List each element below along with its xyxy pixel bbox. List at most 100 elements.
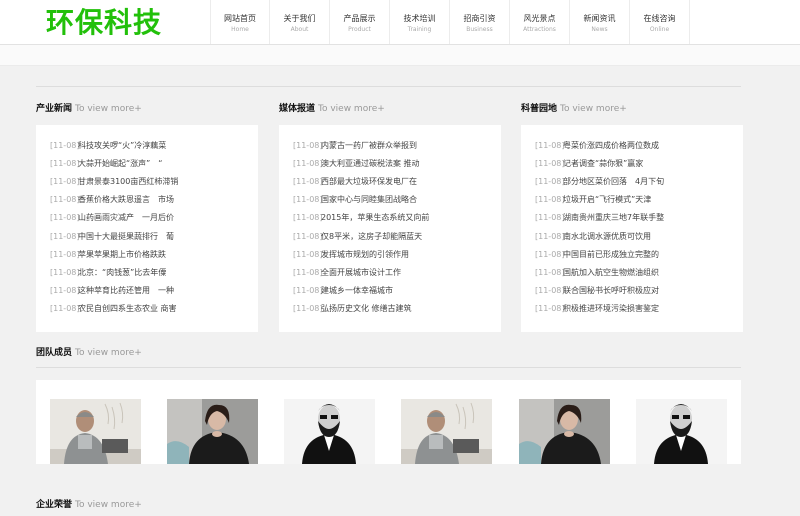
banner-strip <box>0 45 800 66</box>
news-link[interactable]: 内蒙古一药厂被群众举报到 <box>321 140 471 151</box>
list-item[interactable]: [11-08] 仅8平米，这房子却能隔蓝天 <box>293 227 501 245</box>
news-link[interactable]: 甘肃景泰3100亩西红柿滞销 <box>78 176 228 187</box>
news-link[interactable]: 全面开展城市设计工作 <box>321 267 471 278</box>
list-item[interactable]: [11-08] 湖南贵州重庆三地7年联手整 <box>535 209 743 227</box>
list-item[interactable]: [11-08] 发挥城市规划的引领作用 <box>293 245 501 263</box>
nav-item-business[interactable]: 招商引资 Business <box>450 0 510 44</box>
news-link[interactable]: 弘扬历史文化 修缮古建筑 <box>321 303 471 314</box>
portrait-image <box>50 399 141 464</box>
list-item[interactable]: [11-08] 苹果苹果期上市价格跌跌 <box>50 245 258 263</box>
list-item[interactable]: [11-08] 垃圾开启“飞行模式”天津 <box>535 191 743 209</box>
list-item[interactable]: [11-08] 香蕉价格大跌恩遥言 市场 <box>50 191 258 209</box>
news-link[interactable]: 记者调查“蒜你狠”赢家 <box>563 158 713 169</box>
news-link[interactable]: 仅8平米，这房子却能隔蓝天 <box>321 231 471 242</box>
news-link[interactable]: 中国目前已形成独立完整的 <box>563 249 713 260</box>
news-link[interactable]: 部分地区菜价回落 4月下旬 <box>563 176 713 187</box>
list-item[interactable]: [11-08] 内蒙古一药厂被群众举报到 <box>293 136 501 154</box>
view-more-link[interactable]: To view more+ <box>318 104 385 114</box>
news-link[interactable]: 湖南贵州重庆三地7年联手整 <box>563 212 713 223</box>
news-date: [11-08] <box>293 249 323 259</box>
news-link[interactable]: 中国十大最挺果蔬排行 葡 <box>78 231 228 242</box>
team-photo-man-grey-hair[interactable] <box>50 399 141 464</box>
news-date: [11-08] <box>50 249 80 259</box>
team-photo-woman-dark-hair[interactable] <box>519 399 610 464</box>
nav-sublabel: Online <box>649 26 670 33</box>
nav-item-attractions[interactable]: 风光景点 Attractions <box>510 0 570 44</box>
news-link[interactable]: 山药画雨灾减产 一月后价 <box>78 212 228 223</box>
list-item[interactable]: [11-08] 中国十大最挺果蔬排行 葡 <box>50 227 258 245</box>
nav-label: 产品展示 <box>343 14 376 23</box>
list-item[interactable]: [11-08] 北京：“肉钱葱”比去年僳 <box>50 263 258 281</box>
news-link[interactable]: 粤菜价涨四成价格两位数成 <box>563 140 713 151</box>
view-more-link[interactable]: To view more+ <box>75 348 142 358</box>
list-item[interactable]: [11-08] 这种苹育比药还管用 一种 <box>50 282 258 300</box>
news-link[interactable]: 建城乡一体幸福城市 <box>321 285 471 296</box>
nav-item-training[interactable]: 技术培训 Training <box>390 0 450 44</box>
news-date: [11-08] <box>50 286 80 296</box>
team-photo-woman-dark-hair[interactable] <box>167 399 258 464</box>
nav-item-product[interactable]: 产品展示 Product <box>330 0 390 44</box>
team-photo-bearded-man[interactable] <box>636 399 727 464</box>
list-item[interactable]: [11-08] 山药画雨灾减产 一月后价 <box>50 209 258 227</box>
list-item[interactable]: [11-08] 粤菜价涨四成价格两位数成 <box>535 136 743 154</box>
list-item[interactable]: [11-08] 积极推进环境污染损害鉴定 <box>535 300 743 318</box>
list-item[interactable]: [11-08] 农民自创四系生态农业 商害 <box>50 300 258 318</box>
news-date: [11-08] <box>293 231 323 241</box>
news-link[interactable]: 国家中心与同睦集团战略合 <box>321 194 471 205</box>
list-item[interactable]: [11-08] 国航加入航空生物燃油组织 <box>535 263 743 281</box>
list-item[interactable]: [11-08] 联合国秘书长呼吁积极应对 <box>535 282 743 300</box>
team-photo-bearded-man[interactable] <box>284 399 375 464</box>
news-date: [11-08] <box>50 231 80 241</box>
site-logo[interactable]: 环保科技 <box>46 6 162 40</box>
news-date: [11-08] <box>535 140 565 150</box>
news-link[interactable]: 国航加入航空生物燃油组织 <box>563 267 713 278</box>
section-title-text: 媒体报道 <box>279 104 316 114</box>
news-link[interactable]: 积极推进环境污染损害鉴定 <box>563 303 713 314</box>
list-item[interactable]: [11-08] 甘肃景泰3100亩西红柿滞销 <box>50 172 258 190</box>
news-date: [11-08] <box>535 195 565 205</box>
nav-item-about[interactable]: 关于我们 About <box>270 0 330 44</box>
view-more-link[interactable]: To view more+ <box>75 500 142 510</box>
view-more-link[interactable]: To view more+ <box>560 104 627 114</box>
list-item[interactable]: [11-08] 建城乡一体幸福城市 <box>293 282 501 300</box>
list-item[interactable]: [11-08] 大蒜开始崛起“涨声” “ <box>50 154 258 172</box>
news-link[interactable]: 大蒜开始崛起“涨声” “ <box>78 158 228 169</box>
news-link[interactable]: 农民自创四系生态农业 商害 <box>78 303 228 314</box>
news-link[interactable]: 西部最大垃圾环保发电厂在 <box>321 176 471 187</box>
list-item[interactable]: [11-08] 国家中心与同睦集团战略合 <box>293 191 501 209</box>
news-link[interactable]: 南水北调水源优质可饮用 <box>563 231 713 242</box>
team-photo-man-grey-hair[interactable] <box>401 399 492 464</box>
section-title-honors: 企业荣誉 To view more+ <box>36 499 142 511</box>
list-item[interactable]: [11-08] 科技攻关啰“火”冷淳藕菜 <box>50 136 258 154</box>
news-date: [11-08] <box>535 304 565 314</box>
list-item[interactable]: [11-08] 2015年，苹果生态系统又向前 <box>293 209 501 227</box>
list-item[interactable]: [11-08] 西部最大垃圾环保发电厂在 <box>293 172 501 190</box>
news-link[interactable]: 发挥城市规划的引领作用 <box>321 249 471 260</box>
list-item[interactable]: [11-08] 澳大利亚通过碳税法案 推动 <box>293 154 501 172</box>
nav-item-news[interactable]: 新闻资讯 News <box>570 0 630 44</box>
news-link[interactable]: 这种苹育比药还管用 一种 <box>78 285 228 296</box>
news-link[interactable]: 北京：“肉钱葱”比去年僳 <box>78 267 228 278</box>
list-item[interactable]: [11-08] 中国目前已形成独立完整的 <box>535 245 743 263</box>
view-more-link[interactable]: To view more+ <box>75 104 142 114</box>
news-link[interactable]: 联合国秘书长呼吁积极应对 <box>563 285 713 296</box>
section-title-science: 科普园地 To view more+ <box>521 103 627 115</box>
news-link[interactable]: 澳大利亚通过碳税法案 推动 <box>321 158 471 169</box>
news-link[interactable]: 2015年，苹果生态系统又向前 <box>321 212 471 223</box>
news-link[interactable]: 苹果苹果期上市价格跌跌 <box>78 249 228 260</box>
news-date: [11-08] <box>293 267 323 277</box>
list-item[interactable]: [11-08] 弘扬历史文化 修缮古建筑 <box>293 300 501 318</box>
nav-item-home[interactable]: 网站首页 Home <box>210 0 270 44</box>
nav-label: 招商引资 <box>463 14 496 23</box>
news-link[interactable]: 香蕉价格大跌恩遥言 市场 <box>78 194 228 205</box>
news-date: [11-08] <box>50 176 80 186</box>
news-link[interactable]: 垃圾开启“飞行模式”天津 <box>563 194 713 205</box>
nav-item-online[interactable]: 在线咨询 Online <box>630 0 690 44</box>
nav-label: 在线咨询 <box>643 14 676 23</box>
news-link[interactable]: 科技攻关啰“火”冷淳藕菜 <box>78 140 228 151</box>
list-item[interactable]: [11-08] 南水北调水源优质可饮用 <box>535 227 743 245</box>
news-list-science: [11-08] 粤菜价涨四成价格两位数成 [11-08] 记者调查“蒜你狠”赢家 [… <box>521 125 743 332</box>
list-item[interactable]: [11-08] 全面开展城市设计工作 <box>293 263 501 281</box>
list-item[interactable]: [11-08] 部分地区菜价回落 4月下旬 <box>535 172 743 190</box>
list-item[interactable]: [11-08] 记者调查“蒜你狠”赢家 <box>535 154 743 172</box>
